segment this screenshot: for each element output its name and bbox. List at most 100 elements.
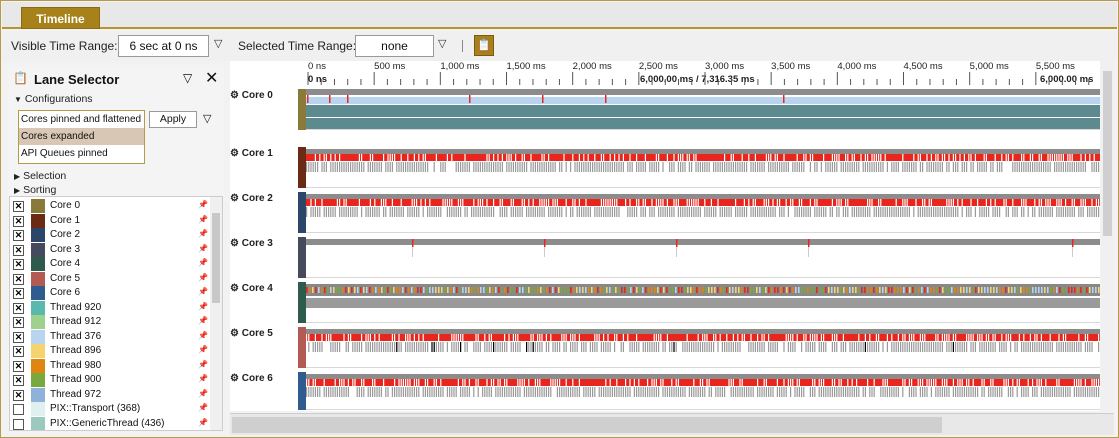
lane-row[interactable]: ✕ Core 1 📌 <box>10 213 210 229</box>
thread-slice <box>352 387 354 397</box>
thread-slice <box>515 162 517 172</box>
lane-row[interactable]: ✕ Core 3 📌 <box>10 242 210 258</box>
lane-checkbox[interactable] <box>13 404 24 415</box>
core-lane-label[interactable]: ⚙ Core 1 <box>230 148 273 159</box>
lane-row[interactable]: ✕ Thread 376 📌 <box>10 329 210 345</box>
lane-row[interactable]: ✕ Thread 980 📌 <box>10 358 210 374</box>
thread-slice <box>895 342 897 352</box>
clipboard-button[interactable]: 📋 <box>474 35 494 56</box>
thread-slice <box>996 342 998 352</box>
lane-checkbox[interactable]: ✕ <box>13 317 24 328</box>
scroll-thumb[interactable] <box>212 213 220 303</box>
thread-slice <box>633 162 635 172</box>
filter-icon[interactable]: ▽ <box>438 37 446 50</box>
lane-row[interactable]: ✕ Thread 896 📌 <box>10 344 210 359</box>
config-item[interactable]: API Queues pinned <box>19 145 144 162</box>
pin-icon[interactable]: 📌 <box>198 215 208 224</box>
lane-checkbox[interactable]: ✕ <box>13 331 24 343</box>
lane-row[interactable]: ✕ Thread 972 📌 <box>10 387 210 403</box>
thread-slice <box>891 387 893 397</box>
thread-slice <box>609 387 611 397</box>
core-lane-label[interactable]: ⚙ Core 4 <box>230 283 273 294</box>
pin-icon[interactable]: 📌 <box>198 200 208 209</box>
config-item[interactable]: Cores expanded <box>19 128 144 145</box>
thread-slice <box>615 287 617 293</box>
core-lane-label[interactable]: ⚙ Core 2 <box>230 193 273 204</box>
pin-icon[interactable]: 📌 <box>198 302 208 311</box>
lane-row[interactable]: ✕ Thread 912 📌 <box>10 315 210 330</box>
lane-checkbox[interactable]: ✕ <box>13 201 24 212</box>
lane-checkbox[interactable]: ✕ <box>13 288 24 299</box>
lane-row[interactable]: PIX::GenericThread (436) 📌 <box>10 416 210 430</box>
lane-row[interactable]: ✕ Thread 900 📌 <box>10 373 210 388</box>
thread-slice <box>880 342 882 352</box>
core-lane-label[interactable]: ⚙ Core 5 <box>230 328 273 339</box>
scroll-thumb[interactable] <box>1103 71 1112 236</box>
thread-slice <box>374 387 376 397</box>
thread-slice <box>682 207 684 217</box>
lane-row[interactable]: ✕ Core 0 📌 <box>10 199 210 214</box>
lane-checkbox[interactable]: ✕ <box>13 360 24 372</box>
thread-slice <box>726 342 728 352</box>
lane-row[interactable]: ✕ Thread 920 📌 <box>10 300 210 316</box>
lane-row[interactable]: ✕ Core 5 📌 <box>10 271 210 287</box>
pin-icon[interactable]: 📌 <box>198 389 208 398</box>
gap-marker <box>798 379 800 386</box>
selection-expander[interactable]: ▶ Selection <box>14 170 66 182</box>
pin-icon[interactable]: 📌 <box>198 403 208 412</box>
pin-icon[interactable]: 📌 <box>198 244 208 253</box>
visible-range-input[interactable]: 6 sec at 0 ns <box>118 35 209 57</box>
configurations-expander[interactable]: ▼ Configurations <box>14 93 93 105</box>
timeline-horizontal-scrollbar[interactable] <box>230 413 1114 435</box>
lane-checkbox[interactable]: ✕ <box>13 273 24 285</box>
pin-icon[interactable]: 📌 <box>198 316 208 325</box>
pin-icon[interactable]: 📌 <box>198 229 208 238</box>
lane-list-scrollbar[interactable] <box>210 197 222 430</box>
filter-icon[interactable]: ▽ <box>214 37 222 50</box>
lane-checkbox[interactable]: ✕ <box>13 346 24 357</box>
gap-marker <box>891 334 893 341</box>
lane-checkbox[interactable]: ✕ <box>13 389 24 401</box>
lane-checkbox[interactable]: ✕ <box>13 230 24 241</box>
gap-marker <box>809 334 811 341</box>
pin-icon[interactable]: 📌 <box>198 360 208 369</box>
timeline-area[interactable]: 0 ns 6,000.00 ms / 7,316.35 ms 6,000.00 … <box>230 61 1100 411</box>
tab-timeline[interactable]: Timeline <box>21 7 100 29</box>
pin-icon[interactable]: 📌 <box>198 258 208 267</box>
core-lane-label[interactable]: ⚙ Core 6 <box>230 373 273 384</box>
thread-slice <box>574 342 576 352</box>
core-tracks[interactable] <box>230 61 1100 411</box>
filter-icon[interactable]: ▽ <box>183 71 192 85</box>
pin-icon[interactable]: 📌 <box>198 287 208 296</box>
lane-checkbox[interactable]: ✕ <box>13 215 24 227</box>
sorting-expander[interactable]: ▶ Sorting <box>14 184 56 196</box>
gap-marker <box>985 199 987 206</box>
thread-slice <box>314 342 316 352</box>
pin-icon[interactable]: 📌 <box>198 331 208 340</box>
pin-icon[interactable]: 📌 <box>198 345 208 354</box>
lane-row[interactable]: ✕ Core 4 📌 <box>10 257 210 272</box>
filter-icon[interactable]: ▽ <box>203 112 211 125</box>
lane-row[interactable]: ✕ Core 6 📌 <box>10 286 210 301</box>
pin-icon[interactable]: 📌 <box>198 418 208 427</box>
config-item[interactable]: Cores pinned and flattened <box>19 111 144 128</box>
lane-checkbox[interactable]: ✕ <box>13 259 24 270</box>
core-lane-label[interactable]: ⚙ Core 3 <box>230 238 273 249</box>
lane-row[interactable]: ✕ Core 2 📌 <box>10 228 210 243</box>
lane-checkbox[interactable]: ✕ <box>13 244 24 256</box>
scroll-thumb[interactable] <box>232 417 942 433</box>
thread-slice <box>330 287 332 293</box>
timeline-vertical-scrollbar[interactable] <box>1101 61 1114 411</box>
core-lane-label[interactable]: ⚙ Core 0 <box>230 90 273 101</box>
lane-checkbox[interactable]: ✕ <box>13 302 24 314</box>
lane-row[interactable]: PIX::Transport (368) 📌 <box>10 402 210 417</box>
apply-button[interactable]: Apply <box>149 111 197 128</box>
thread-slice <box>737 342 739 352</box>
pin-icon[interactable]: 📌 <box>198 273 208 282</box>
selected-range-input[interactable]: none <box>355 35 434 57</box>
thread-slice <box>624 287 626 293</box>
pin-icon[interactable]: 📌 <box>198 374 208 383</box>
lane-checkbox[interactable] <box>13 418 24 430</box>
close-icon[interactable]: ✕ <box>205 68 218 88</box>
lane-checkbox[interactable]: ✕ <box>13 375 24 386</box>
